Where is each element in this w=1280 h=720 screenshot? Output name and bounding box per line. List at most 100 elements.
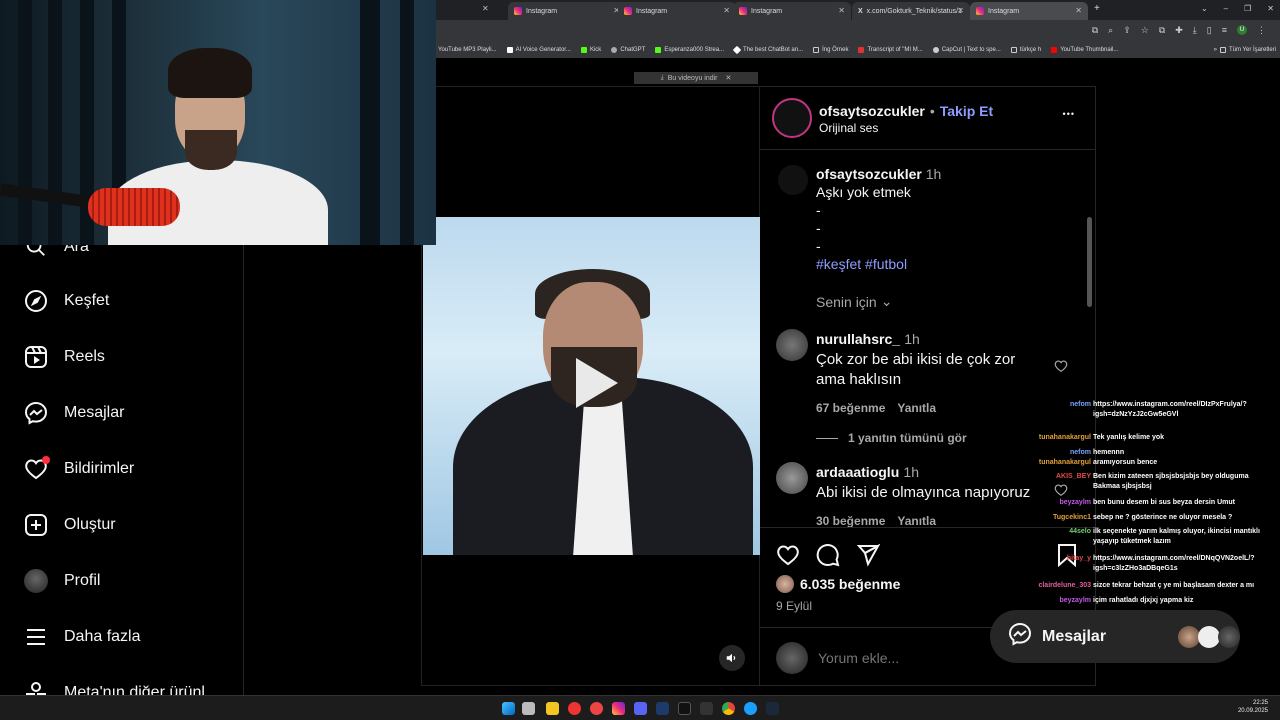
like-heart-icon[interactable] [776, 543, 800, 572]
comment-like-count[interactable]: 30 beğenme [816, 511, 885, 527]
sidebar-item-messages[interactable]: Mesajlar [24, 401, 124, 425]
close-icon[interactable]: ✕ [1075, 6, 1082, 15]
sidebar-item-reels[interactable]: Reels [24, 345, 105, 369]
chevron-down-icon[interactable]: ⌄ [1201, 4, 1208, 13]
bookmark[interactable]: YouTube Thumbnail... [1051, 47, 1118, 53]
browser-tab[interactable]: Instagram ✕ [733, 2, 851, 20]
commenter-avatar[interactable] [776, 462, 808, 494]
sidebar-item-create[interactable]: Oluştur [24, 513, 116, 537]
close-icon[interactable]: ✕ [482, 4, 489, 13]
system-clock[interactable]: 22:25 20.09.2025 [1238, 700, 1268, 716]
reply-button[interactable]: Yanıtla [897, 398, 936, 418]
caption-hashtags[interactable]: #keşfet #futbol [816, 255, 1076, 273]
app-icon[interactable] [700, 702, 713, 715]
browser-tab[interactable]: Instagram ✕ [618, 2, 736, 20]
browser-tab[interactable]: Xx.com/Gokturk_Teknik/status/1 ✕ [852, 2, 970, 20]
chat-text: Ben kizim zateeen sjbsjsbsjsbjs bey oldu… [1093, 473, 1249, 490]
heart-icon[interactable] [1054, 359, 1068, 378]
comment-username[interactable]: nurullahsrc_ [816, 331, 900, 347]
app-icon[interactable] [656, 702, 669, 715]
post-author-username[interactable]: ofsaytsozcukler [819, 103, 925, 119]
bookmark[interactable]: Kick [580, 47, 601, 53]
close-icon[interactable]: ✕ [1267, 4, 1274, 13]
close-icon[interactable]: ✕ [838, 6, 845, 15]
audio-label[interactable]: Orijinal ses [819, 121, 878, 135]
volume-icon[interactable] [719, 645, 745, 671]
commenter-avatar[interactable] [776, 329, 808, 361]
bookmark[interactable]: Esperanza000 Strea... [655, 47, 724, 53]
likes-summary[interactable]: 6.035 beğenme [776, 575, 900, 593]
avatar [1198, 625, 1221, 648]
new-tab-button[interactable]: + [1094, 3, 1100, 14]
sidebar-item-label: Bildirimler [64, 460, 135, 477]
app-icon[interactable] [568, 702, 581, 715]
zoom-icon[interactable]: ⌕ [1108, 25, 1113, 36]
app-icon[interactable] [744, 702, 757, 715]
tune-icon[interactable]: ≡ [1222, 25, 1227, 36]
steam-icon[interactable] [766, 702, 779, 715]
taskview-icon[interactable] [522, 702, 535, 715]
bookmark[interactable]: İng Örnek [813, 47, 848, 53]
copy-icon[interactable]: ⧉ [1159, 25, 1165, 36]
discord-icon[interactable] [634, 702, 647, 715]
bookmark[interactable]: CapCut | Text to spe... [932, 47, 1001, 53]
tiktok-icon[interactable] [678, 702, 691, 715]
browser-tab-active[interactable]: Instagram ✕ [970, 2, 1088, 20]
bookmark[interactable]: türkçe h [1010, 47, 1042, 53]
extension-icon[interactable]: ✚ [1175, 25, 1183, 36]
share-icon[interactable] [856, 543, 881, 572]
sidebar-item-more[interactable]: Daha fazla [24, 625, 141, 649]
compass-icon [24, 289, 48, 313]
close-icon[interactable]: ✕ [957, 6, 964, 15]
reply-button[interactable]: Yanıtla [897, 511, 936, 527]
maximize-icon[interactable]: ❐ [1244, 4, 1251, 13]
sidebar-item-notifications[interactable]: Bildirimler [24, 456, 135, 481]
bookmark[interactable]: ChatGPT [611, 47, 645, 53]
view-replies[interactable]: 1 yanıtın tümünü gör [816, 431, 967, 445]
install-icon[interactable]: ⧉ [1092, 25, 1098, 36]
bookmark[interactable]: The best ChatBot an... [732, 45, 804, 55]
play-icon[interactable] [553, 345, 629, 421]
close-icon[interactable]: ✕ [723, 6, 730, 15]
start-icon[interactable] [502, 702, 515, 715]
follow-button[interactable]: Takip Et [940, 103, 993, 119]
video-download-bar[interactable]: ⤓ Bu videoyu indir ✕ [634, 72, 758, 84]
caption-username[interactable]: ofsaytsozcukler [816, 166, 922, 182]
bookmark[interactable]: AI Voice Generator... [506, 47, 571, 53]
minimize-icon[interactable]: – [1224, 4, 1228, 13]
bookmark[interactable]: Transcript of "MI M... [858, 47, 923, 53]
profile-avatar[interactable]: U [1237, 25, 1247, 35]
instagram-icon[interactable] [612, 702, 625, 715]
comment-username[interactable]: ardaaatioglu [816, 464, 899, 480]
messages-pill[interactable]: Mesajlar [990, 610, 1241, 663]
more-options-icon[interactable]: ••• [1063, 109, 1075, 119]
app-icon[interactable] [590, 702, 603, 715]
sidebar-item-profile[interactable]: Profil [24, 569, 100, 593]
sidebar-item-explore[interactable]: Keşfet [24, 289, 109, 313]
share-icon[interactable]: ⇪ [1123, 25, 1131, 36]
close-icon[interactable]: ✕ [726, 74, 732, 82]
caption-author-avatar[interactable] [778, 165, 808, 195]
star-icon[interactable]: ☆ [1141, 25, 1149, 36]
address-bar[interactable]: ⧉ ⌕ ⇪ ☆ ⧉ ✚ ⤓ ▯ ≡ U ⋮ [436, 20, 1280, 42]
chat-message: nefom hemennn [1030, 448, 1280, 458]
caption-line: - [816, 220, 821, 236]
comment-like-count[interactable]: 67 beğenme [816, 398, 885, 418]
scrollbar[interactable] [1087, 217, 1092, 307]
bookmark-label: türkçe h [1019, 47, 1042, 53]
notification-dot [42, 456, 50, 464]
all-bookmarks[interactable]: » Tüm Yer İşaretleri [1214, 47, 1280, 53]
post-author-avatar[interactable] [772, 98, 812, 138]
bookmark-label: The best ChatBot an... [743, 47, 804, 53]
download-icon[interactable]: ⤓ [1193, 25, 1197, 36]
bookmark[interactable]: YouTube MP3 Playli... [438, 47, 497, 53]
file-explorer-icon[interactable] [546, 702, 559, 715]
translation-toggle[interactable]: Senin için ⌄ [816, 293, 892, 310]
comment-icon[interactable] [816, 543, 840, 572]
sidebar-icon[interactable]: ▯ [1207, 25, 1212, 36]
browser-tab[interactable]: Instagram ✕ [508, 2, 626, 20]
messenger-icon [1008, 622, 1032, 651]
kebab-menu-icon[interactable]: ⋮ [1257, 25, 1266, 36]
chrome-icon[interactable] [722, 702, 735, 715]
reel-video-player[interactable] [421, 86, 760, 686]
